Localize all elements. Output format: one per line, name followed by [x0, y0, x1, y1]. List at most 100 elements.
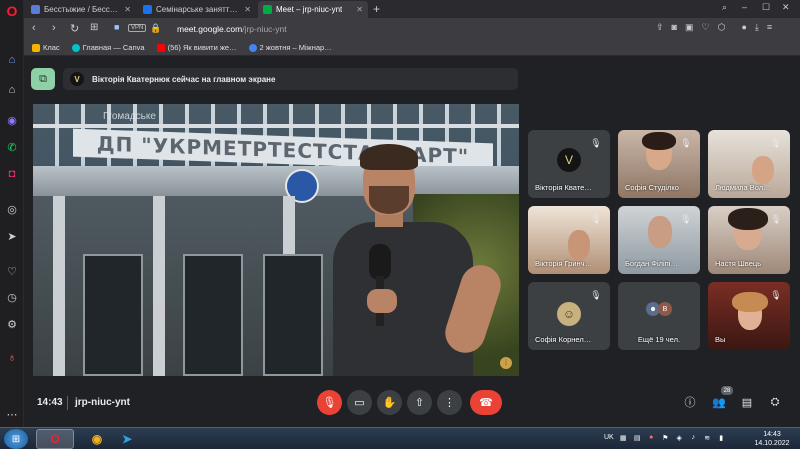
- heart-bookmark-icon[interactable]: ♡: [702, 22, 710, 33]
- player-icon[interactable]: ◎: [4, 201, 20, 217]
- language-indicator[interactable]: UK: [604, 434, 614, 441]
- participant-tile[interactable]: 🎙 Людмила Вол…: [708, 130, 790, 198]
- heart-icon[interactable]: ♡: [4, 263, 20, 279]
- participant-tile[interactable]: 🎙 Настя Швець: [708, 206, 790, 274]
- taskbar-opera-icon[interactable]: O: [36, 429, 74, 449]
- home-outline-icon[interactable]: ⌂: [4, 82, 20, 98]
- history-icon[interactable]: ◷: [4, 289, 20, 305]
- tray-keyboard-icon[interactable]: ▦: [619, 433, 628, 442]
- activities-icon[interactable]: ⛭: [767, 394, 783, 410]
- pillar: [53, 196, 65, 376]
- tray-battery-icon[interactable]: ▮: [717, 433, 726, 442]
- extensions-icon[interactable]: ⬡: [718, 22, 726, 33]
- bookmark-item[interactable]: (56) Як вивити же…: [156, 43, 237, 52]
- whatsapp-icon[interactable]: ✆: [4, 139, 20, 155]
- mic-off-button[interactable]: 🎙: [317, 390, 342, 415]
- send-icon[interactable]: ➤: [4, 228, 20, 244]
- chat-icon[interactable]: ▤: [739, 394, 755, 410]
- camera-icon[interactable]: ▣: [685, 22, 694, 33]
- menu-icon[interactable]: ≡: [767, 22, 772, 33]
- tray-flag-icon[interactable]: ⚑: [661, 433, 670, 442]
- lock-icon[interactable]: 🔒: [150, 23, 161, 34]
- tab-close-icon[interactable]: ✕: [240, 5, 251, 14]
- tab-close-icon[interactable]: ✕: [120, 5, 131, 14]
- main-video[interactable]: Ггомадське ДП "УКРМЕТРТЕСТСТАНДАРТ" ⁞: [33, 104, 519, 376]
- back-icon[interactable]: ‹: [32, 22, 36, 34]
- tab-label: Meet – jrp-niuc-ynt: [276, 5, 343, 14]
- bookmark-item[interactable]: 2 жовтня – Міжнар…: [248, 43, 332, 52]
- participant-tile[interactable]: ☺ 🎙 Софія Корнел…: [528, 282, 610, 350]
- more-options-button[interactable]: ⋮: [437, 390, 462, 415]
- profile-icon[interactable]: ●: [741, 22, 746, 33]
- present-layout-icon[interactable]: ⧉: [31, 68, 55, 90]
- tab-bestyzhie[interactable]: Бесстыжие / Бесстыдник ✕: [26, 1, 136, 18]
- start-button[interactable]: ⊞: [4, 429, 28, 449]
- mic-off-icon: 🎙: [590, 289, 602, 300]
- participant-tile[interactable]: V 🎙 Вікторія Квате…: [528, 130, 610, 198]
- new-tab-icon[interactable]: +: [373, 2, 380, 16]
- meeting-clock: 14:43: [37, 397, 63, 408]
- participant-tile[interactable]: 🎙 Богдан Філіпі…: [618, 206, 700, 274]
- url-field[interactable]: meet.google.com/jrp-niuc-ynt: [177, 24, 287, 34]
- raise-hand-button[interactable]: ✋: [377, 390, 402, 415]
- info-icon[interactable]: ⓘ: [682, 394, 698, 410]
- download-icon[interactable]: ⤓: [755, 22, 759, 33]
- meet-area: ⧉ V Вікторія Кватернюк сейчас на главном…: [24, 57, 800, 427]
- url-path: /jrp-niuc-ynt: [242, 24, 287, 34]
- more-icon[interactable]: ⋯: [4, 406, 20, 422]
- participant-name: Богдан Філіпі…: [625, 259, 678, 268]
- share-icon[interactable]: ⇪: [656, 22, 664, 33]
- people-icon[interactable]: 👥: [711, 394, 727, 410]
- vpn-badge[interactable]: VPN: [128, 24, 147, 32]
- reload-icon[interactable]: ↻: [70, 22, 79, 35]
- participant-avatar: V: [557, 148, 581, 172]
- participant-tile-self[interactable]: 🎙 Вы: [708, 282, 790, 350]
- building-canopy: [33, 166, 519, 196]
- maximize-icon[interactable]: ☐: [762, 2, 770, 13]
- search-tabs-icon[interactable]: ⌕: [722, 2, 727, 13]
- tab-meet[interactable]: Meet – jrp-niuc-ynt ✕: [258, 1, 368, 18]
- tray-network-icon[interactable]: ▤: [633, 433, 642, 442]
- taskbar-telegram-icon[interactable]: ➤: [108, 429, 146, 449]
- reporter-hair: [360, 144, 418, 170]
- tray-wifi-icon[interactable]: ≋: [703, 433, 712, 442]
- forward-icon[interactable]: ›: [52, 22, 56, 34]
- tray-app-icon[interactable]: ●: [647, 433, 656, 442]
- bookmark-label: Клас: [43, 43, 60, 52]
- participant-tile[interactable]: 🎙 Вікторія Гринч…: [528, 206, 610, 274]
- window-close-icon[interactable]: ✕: [782, 2, 790, 13]
- instagram-icon[interactable]: ◘: [4, 166, 20, 182]
- participant-avatar: ☺: [557, 302, 581, 326]
- mic-off-icon: 🎙: [590, 137, 602, 148]
- video-watermark: Ггомадське: [103, 111, 156, 122]
- pin-icon[interactable]: ♁: [4, 350, 20, 366]
- participant-hair: [732, 292, 768, 312]
- mic-off-icon: 🎙: [770, 137, 782, 148]
- settings-icon[interactable]: ⚙: [4, 316, 20, 332]
- present-button[interactable]: ⇧: [407, 390, 432, 415]
- door: [83, 254, 143, 376]
- camera-indicator-icon[interactable]: ■: [114, 22, 119, 32]
- bookmark-item[interactable]: Главная — Canva: [71, 43, 145, 52]
- taskbar-clock[interactable]: 14:43 14.10.2022: [752, 430, 792, 448]
- participant-tile[interactable]: 🎙 Софія Студілко: [618, 130, 700, 198]
- messenger-icon[interactable]: ◉: [4, 112, 20, 128]
- hang-up-button[interactable]: ☎: [470, 390, 502, 415]
- url-host: meet.google.com: [177, 24, 243, 34]
- opera-logo-icon[interactable]: O: [4, 3, 20, 19]
- participant-face: [568, 230, 590, 260]
- camera-button[interactable]: ▭: [347, 390, 372, 415]
- participant-tile-more[interactable]: ☻ В Ещё 19 чел.: [618, 282, 700, 350]
- tab-close-icon[interactable]: ✕: [352, 5, 363, 14]
- tab-seminar[interactable]: Семінарське заняття №2 ✕: [138, 1, 256, 18]
- participant-name: Софія Корнел…: [535, 335, 592, 344]
- bookmark-item[interactable]: Клас: [32, 43, 60, 52]
- tab-favicon-icon: [143, 5, 152, 14]
- speed-dial-icon[interactable]: ⊞: [90, 22, 98, 33]
- tray-volume-icon[interactable]: ♪: [689, 433, 698, 442]
- tray-shield-icon[interactable]: ◈: [675, 433, 684, 442]
- reporter-hand: [367, 289, 397, 313]
- home-icon[interactable]: ⌂: [4, 52, 20, 68]
- snapshot-icon[interactable]: ◙: [672, 22, 677, 33]
- minimize-icon[interactable]: –: [742, 2, 747, 12]
